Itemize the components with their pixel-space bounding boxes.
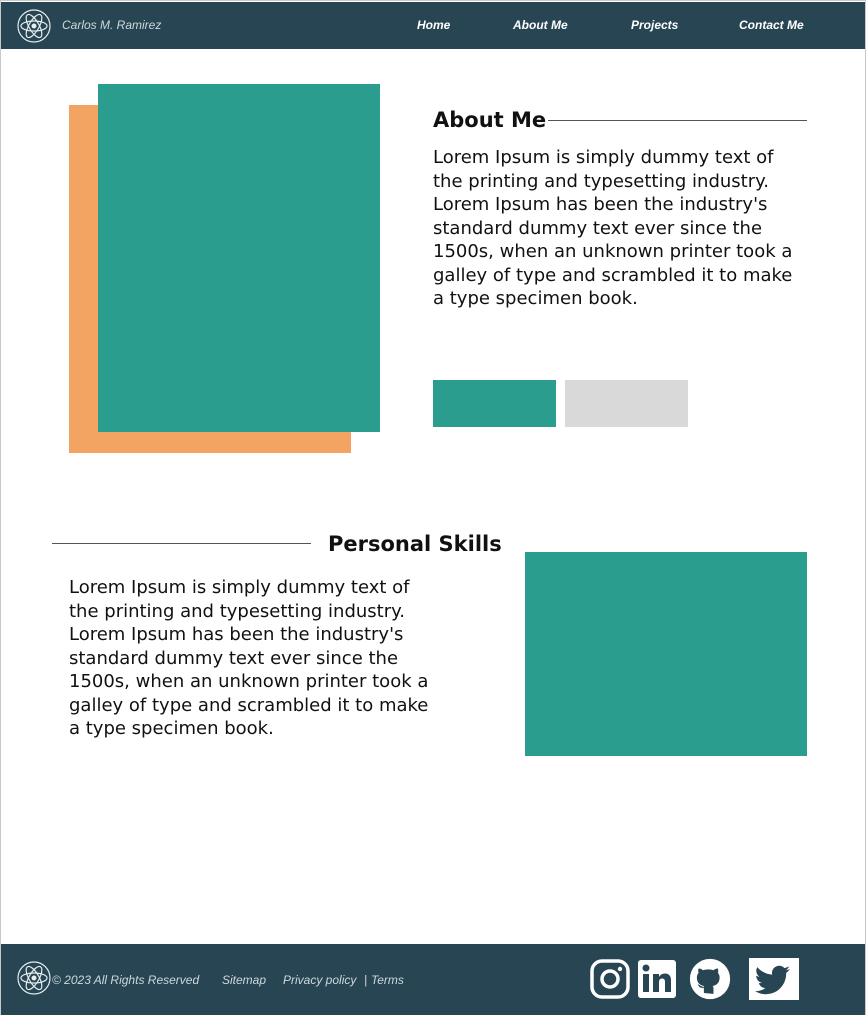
nav-home[interactable]: Home	[417, 18, 450, 32]
sitemap-link[interactable]: Sitemap	[222, 973, 266, 987]
instagram-icon[interactable]	[589, 958, 631, 1000]
about-title-rule	[548, 120, 807, 121]
privacy-policy-link[interactable]: Privacy policy	[283, 973, 356, 987]
site-header: Carlos M. Ramirez Home About Me Projects…	[1, 2, 865, 49]
about-image	[98, 84, 380, 432]
about-title: About Me	[433, 108, 547, 132]
nav-contact-me[interactable]: Contact Me	[739, 18, 804, 32]
site-footer: © 2023 All Rights Reserved Sitemap Priva…	[1, 944, 865, 1015]
footer-separator: |	[364, 973, 368, 987]
skills-text: Lorem Ipsum is simply dummy text of the …	[69, 577, 429, 739]
twitter-icon[interactable]	[749, 958, 799, 1000]
atom-icon[interactable]	[17, 961, 51, 995]
skills-title-rule	[52, 543, 311, 544]
secondary-button[interactable]	[565, 380, 688, 427]
linkedin-icon[interactable]	[636, 958, 678, 1000]
about-text: Lorem Ipsum is simply dummy text of the …	[433, 147, 793, 309]
nav-projects[interactable]: Projects	[631, 18, 678, 32]
skills-image	[525, 552, 807, 756]
nav-about-me[interactable]: About Me	[513, 18, 568, 32]
brand-name: Carlos M. Ramirez	[62, 18, 162, 32]
skills-title: Personal Skills	[328, 532, 502, 556]
primary-button[interactable]	[433, 380, 556, 427]
terms-link[interactable]: Terms	[371, 973, 404, 987]
github-icon[interactable]	[689, 958, 731, 1000]
copyright-text: © 2023 All Rights Reserved	[52, 973, 200, 987]
atom-icon[interactable]	[17, 9, 51, 43]
